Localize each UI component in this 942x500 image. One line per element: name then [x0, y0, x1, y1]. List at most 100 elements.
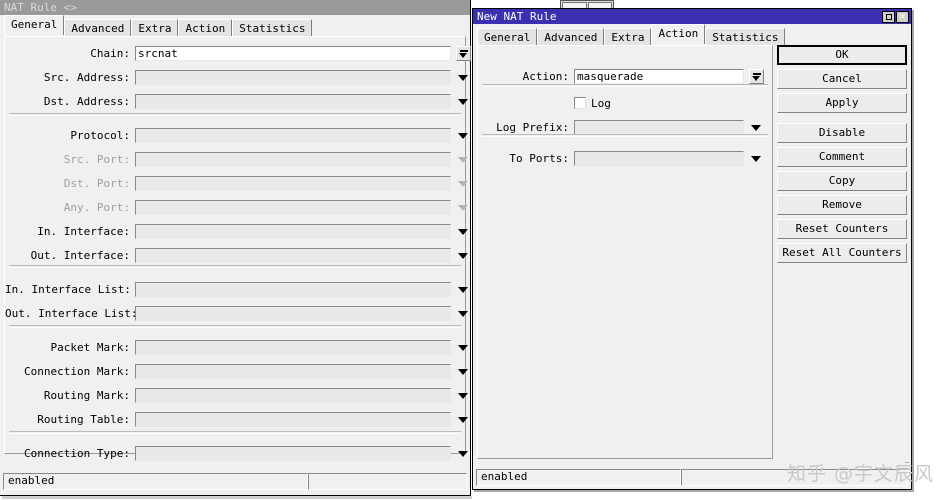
form-row: Protocol: — [5, 125, 471, 145]
tab-action[interactable]: Action — [651, 24, 706, 44]
field-input[interactable] — [135, 69, 451, 85]
tab-general[interactable]: General — [4, 15, 65, 35]
field-input[interactable]: masquerade — [574, 68, 744, 84]
field-label: Src. Port: — [63, 152, 130, 166]
log-checkbox-label: Log — [591, 96, 611, 110]
close-icon[interactable]: ✕ — [896, 10, 909, 23]
nat-rule-status-extra — [308, 473, 467, 490]
chevron-down-icon[interactable] — [456, 412, 471, 427]
form-row: In. Interface List: — [5, 279, 471, 299]
tab-extra[interactable]: Extra — [604, 28, 652, 46]
form-row: Connection Mark: — [5, 361, 471, 381]
apply-button[interactable]: Apply — [777, 93, 907, 113]
cancel-button[interactable]: Cancel — [777, 69, 907, 89]
nat-rule-tabstrip[interactable]: General Advanced Extra Action Statistics — [0, 15, 470, 37]
field-input[interactable]: srcnat — [135, 45, 451, 61]
chevron-down-icon[interactable] — [456, 306, 471, 321]
tab-statistics[interactable]: Statistics — [232, 19, 313, 37]
nat-rule-window[interactable]: NAT Rule <> General Advanced Extra Action St… — [0, 0, 471, 496]
field-input[interactable] — [574, 119, 744, 135]
field-input[interactable] — [135, 363, 451, 379]
form-row: Connection Type: — [5, 443, 471, 463]
field-input[interactable] — [135, 127, 451, 143]
field-label: Log Prefix: — [496, 120, 569, 134]
nat-rule-form-panel: Chain: srcnat Src. Address: Dst. Address: Pr… — [4, 36, 471, 461]
nat-rule-statusbar: enabled — [3, 473, 467, 490]
window-controls: ✕ — [882, 10, 909, 23]
new-nat-rule-status-text: enabled — [476, 469, 681, 486]
tab-advanced[interactable]: Advanced — [64, 19, 132, 37]
chevron-down-icon[interactable] — [456, 388, 471, 403]
chevron-down-icon[interactable] — [456, 94, 471, 109]
reset-counters-button[interactable]: Reset Counters — [777, 219, 907, 239]
new-nat-rule-statusbar: enabled — [476, 469, 908, 486]
field-label: Routing Mark: — [43, 388, 130, 402]
field-label: Dst. Address: — [43, 94, 130, 108]
field-input[interactable] — [135, 199, 451, 215]
chevron-down-icon[interactable] — [749, 151, 764, 166]
form-row: In. Interface: — [5, 221, 471, 241]
form-row: Src. Port: — [5, 149, 471, 169]
field-label: In. Interface List: — [5, 282, 131, 296]
new-nat-rule-titlebar[interactable]: New NAT Rule ✕ — [473, 9, 911, 24]
chevron-down-icon[interactable] — [456, 248, 471, 263]
copy-button[interactable]: Copy — [777, 171, 907, 191]
tab-action[interactable]: Action — [178, 19, 233, 37]
field-input[interactable] — [135, 151, 451, 167]
field-input[interactable] — [135, 93, 451, 109]
nat-rule-titlebar[interactable]: NAT Rule <> — [0, 0, 470, 15]
maximize-icon[interactable] — [882, 10, 895, 23]
remove-button[interactable]: Remove — [777, 195, 907, 215]
field-label: Action: — [522, 69, 569, 83]
field-input[interactable] — [135, 339, 451, 355]
ok-button[interactable]: OK — [777, 45, 907, 65]
chevron-down-icon[interactable] — [456, 364, 471, 379]
field-input[interactable] — [135, 305, 451, 321]
new-nat-rule-status-extra — [681, 469, 908, 486]
field-input[interactable] — [135, 411, 451, 427]
form-row: Chain: srcnat — [5, 43, 471, 63]
log-checkbox[interactable] — [574, 97, 586, 109]
tab-advanced[interactable]: Advanced — [537, 28, 605, 46]
tab-statistics[interactable]: Statistics — [705, 28, 786, 46]
chevron-down-icon[interactable] — [456, 224, 471, 239]
disable-button[interactable]: Disable — [777, 123, 907, 143]
field-input[interactable] — [135, 281, 451, 297]
chevron-down-icon — [456, 152, 471, 167]
field-input[interactable] — [135, 445, 451, 461]
form-row: To Ports: — [478, 148, 764, 168]
section-divider — [9, 265, 461, 268]
chevron-down-icon[interactable] — [749, 120, 764, 135]
dropdown-button-icon[interactable] — [749, 68, 764, 84]
field-label: Any. Port: — [63, 200, 130, 214]
chevron-down-icon[interactable] — [456, 340, 471, 355]
field-input[interactable] — [135, 223, 451, 239]
tab-general[interactable]: General — [477, 28, 538, 46]
chevron-down-icon — [456, 200, 471, 215]
field-input[interactable] — [135, 247, 451, 263]
field-label: In. Interface: — [37, 224, 130, 238]
field-input[interactable] — [574, 150, 744, 166]
field-label: Connection Mark: — [24, 364, 130, 378]
form-row: Routing Mark: — [5, 385, 471, 405]
field-label: Out. Interface: — [30, 248, 130, 262]
section-divider — [9, 431, 461, 434]
reset-all-counters-button[interactable]: Reset All Counters — [777, 243, 907, 263]
new-nat-rule-tabstrip[interactable]: General Advanced Extra Action Statistics — [473, 24, 911, 46]
resize-grip[interactable] — [897, 457, 909, 469]
dropdown-button-icon[interactable] — [456, 45, 471, 61]
comment-button[interactable]: Comment — [777, 147, 907, 167]
field-input[interactable] — [135, 387, 451, 403]
chevron-down-icon[interactable] — [456, 446, 471, 461]
field-input[interactable] — [135, 175, 451, 191]
new-nat-rule-window[interactable]: New NAT Rule ✕ General Advanced Extra Actio… — [472, 8, 912, 490]
section-divider — [9, 113, 461, 116]
chevron-down-icon[interactable] — [456, 282, 471, 297]
form-row: Out. Interface: — [5, 245, 471, 265]
log-checkbox-row[interactable]: Log — [574, 93, 611, 113]
chevron-down-icon[interactable] — [456, 70, 471, 85]
new-nat-rule-title: New NAT Rule — [477, 10, 557, 23]
nat-rule-title: NAT Rule <> — [4, 1, 77, 14]
chevron-down-icon[interactable] — [456, 128, 471, 143]
tab-extra[interactable]: Extra — [131, 19, 179, 37]
